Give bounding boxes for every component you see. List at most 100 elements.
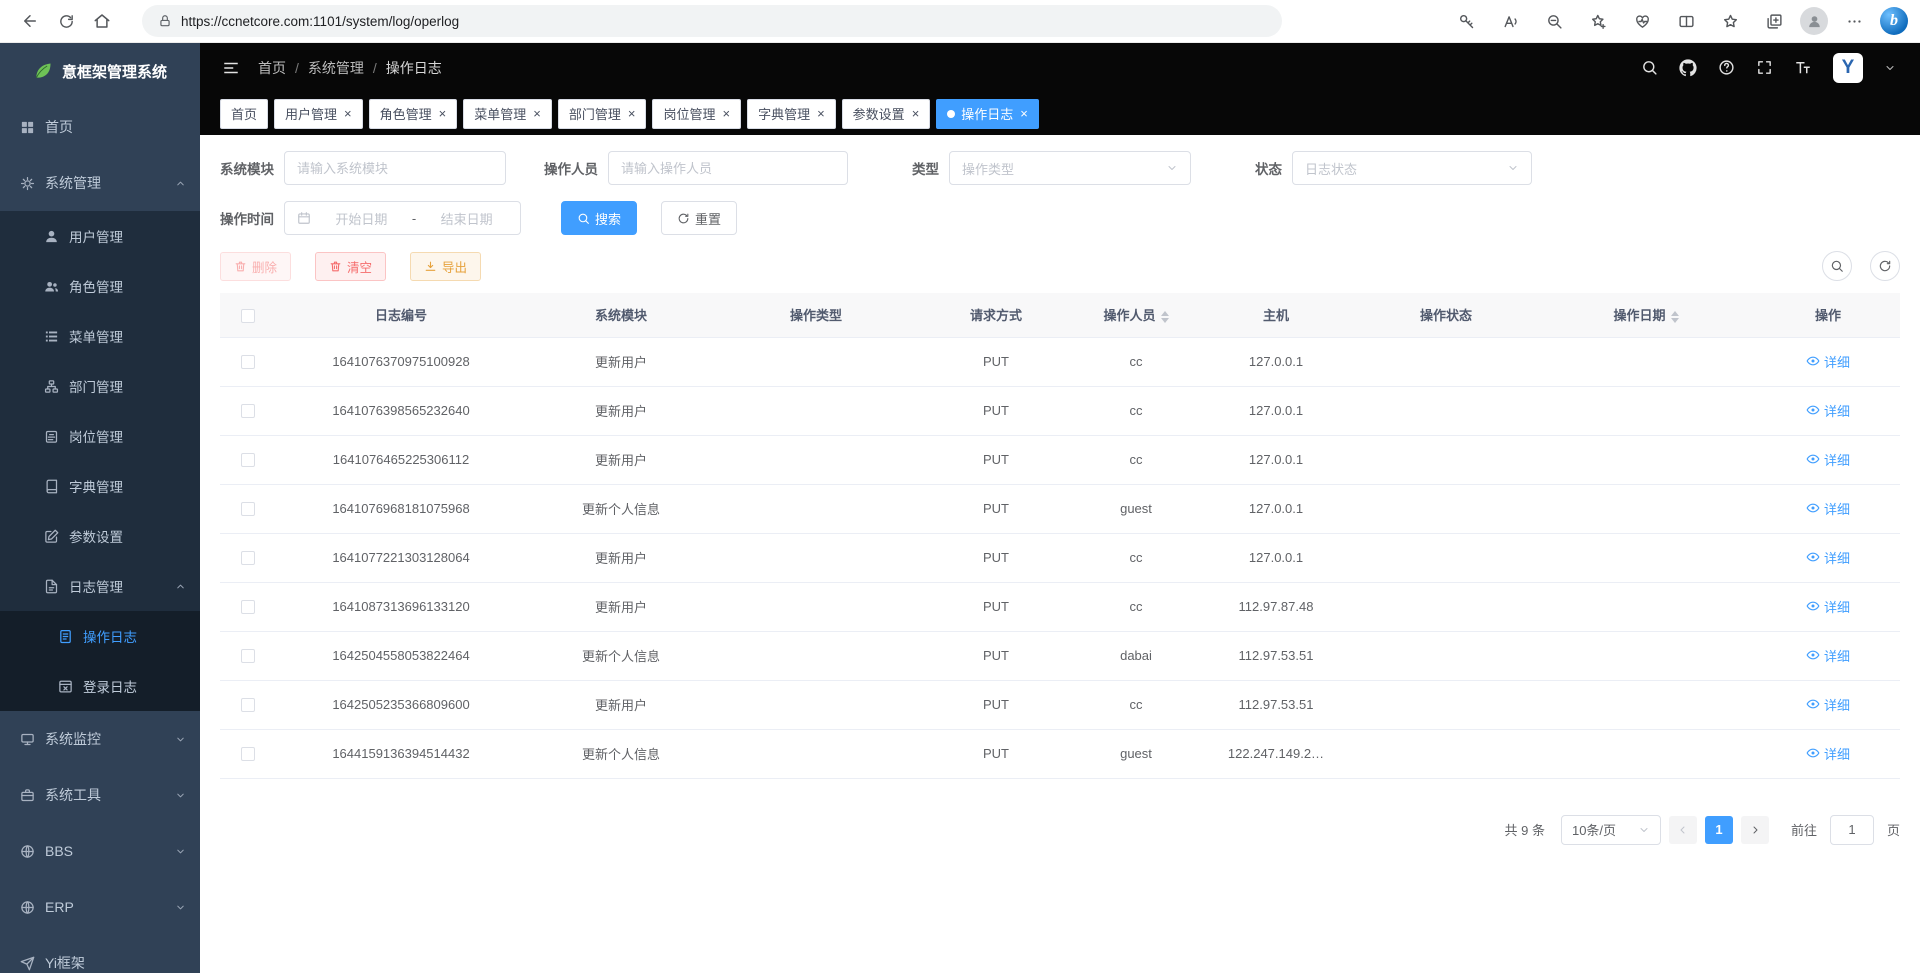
font-size-button[interactable] (1794, 59, 1812, 77)
date-range-picker[interactable]: 开始日期 - 结束日期 (284, 201, 521, 235)
browser-home-button[interactable] (84, 4, 120, 38)
row-checkbox[interactable] (241, 698, 255, 712)
browser-essentials-button[interactable] (1624, 4, 1660, 38)
detail-link[interactable]: 详细 (1806, 401, 1850, 420)
chevron-down-icon[interactable] (1884, 62, 1896, 74)
zoom-out-button[interactable] (1536, 4, 1572, 38)
reset-button[interactable]: 重置 (661, 201, 737, 235)
sort-icon[interactable] (1671, 311, 1679, 323)
browser-back-button[interactable] (12, 4, 48, 38)
tab-close-icon[interactable]: × (912, 107, 920, 120)
sidebar-item-monitor[interactable]: 系统监控 (0, 711, 200, 767)
detail-link[interactable]: 详细 (1806, 548, 1850, 567)
tab-close-icon[interactable]: × (344, 107, 352, 120)
tab-参数设置[interactable]: 参数设置× (842, 99, 931, 129)
delete-button[interactable]: 删除 (220, 252, 291, 281)
sidebar-item-yi[interactable]: Yi框架 (0, 935, 200, 973)
tab-close-icon[interactable]: × (628, 107, 636, 120)
export-button[interactable]: 导出 (410, 252, 481, 281)
header-search-button[interactable] (1641, 59, 1658, 76)
tab-close-icon[interactable]: × (1020, 107, 1028, 120)
sidebar-item-role[interactable]: 角色管理 (0, 261, 200, 311)
bing-sidebar-button[interactable]: b (1880, 7, 1908, 35)
toggle-search-button[interactable] (1822, 251, 1852, 281)
column-header-date[interactable]: 操作日期 (1536, 293, 1756, 337)
sidebar-item-tools[interactable]: 系统工具 (0, 767, 200, 823)
add-favorite-button[interactable] (1580, 4, 1616, 38)
sidebar-item-menu[interactable]: 菜单管理 (0, 311, 200, 361)
browser-menu-button[interactable] (1836, 4, 1872, 38)
row-checkbox[interactable] (241, 649, 255, 663)
tab-用户管理[interactable]: 用户管理× (274, 99, 363, 129)
sidebar-item-bbs[interactable]: BBS (0, 823, 200, 879)
password-button[interactable] (1448, 4, 1484, 38)
profile-avatar[interactable] (1800, 7, 1828, 35)
help-button[interactable] (1718, 59, 1735, 76)
goto-page-input[interactable] (1830, 815, 1874, 845)
column-header-operator[interactable]: 操作人员 (1076, 293, 1196, 337)
split-screen-button[interactable] (1668, 4, 1704, 38)
fullscreen-button[interactable] (1756, 59, 1773, 76)
tab-部门管理[interactable]: 部门管理× (558, 99, 647, 129)
browser-reload-button[interactable] (48, 4, 84, 38)
sidebar-item-label: 登录日志 (83, 676, 137, 696)
next-page-button[interactable] (1741, 816, 1769, 844)
row-checkbox[interactable] (241, 551, 255, 565)
detail-link[interactable]: 详细 (1806, 499, 1850, 518)
sidebar-item-post[interactable]: 岗位管理 (0, 411, 200, 461)
page-size-select[interactable]: 10条/页 (1561, 815, 1661, 845)
prev-page-button[interactable] (1669, 816, 1697, 844)
sort-icon[interactable] (1161, 311, 1169, 323)
github-button[interactable] (1679, 59, 1697, 77)
row-checkbox[interactable] (241, 747, 255, 761)
sidebar-item-erp[interactable]: ERP (0, 879, 200, 935)
detail-link[interactable]: 详细 (1806, 450, 1850, 469)
detail-link[interactable]: 详细 (1806, 597, 1850, 616)
sidebar-item-param[interactable]: 参数设置 (0, 511, 200, 561)
tab-close-icon[interactable]: × (439, 107, 447, 120)
address-bar[interactable]: https://ccnetcore.com:1101/system/log/op… (142, 5, 1282, 37)
user-menu-button[interactable]: Y (1833, 53, 1863, 83)
tab-操作日志[interactable]: 操作日志× (936, 99, 1039, 129)
detail-link[interactable]: 详细 (1806, 695, 1850, 714)
detail-link[interactable]: 详细 (1806, 352, 1850, 371)
status-select[interactable]: 日志状态 (1292, 151, 1532, 185)
select-all-checkbox[interactable] (241, 309, 255, 323)
row-checkbox[interactable] (241, 404, 255, 418)
breadcrumb-home[interactable]: 首页 (258, 58, 286, 78)
operator-input[interactable] (621, 161, 835, 176)
sidebar-item-user[interactable]: 用户管理 (0, 211, 200, 261)
collections-button[interactable] (1756, 4, 1792, 38)
tab-字典管理[interactable]: 字典管理× (747, 99, 836, 129)
tab-close-icon[interactable]: × (817, 107, 825, 120)
search-button[interactable]: 搜索 (561, 201, 637, 235)
tab-角色管理[interactable]: 角色管理× (369, 99, 458, 129)
sidebar-item-operlog[interactable]: 操作日志 (0, 611, 200, 661)
row-checkbox[interactable] (241, 502, 255, 516)
sidebar-collapse-button[interactable] (222, 59, 240, 77)
sidebar-item-system[interactable]: 系统管理 (0, 155, 200, 211)
tab-close-icon[interactable]: × (722, 107, 730, 120)
tab-首页[interactable]: 首页 (220, 99, 268, 129)
favorites-button[interactable] (1712, 4, 1748, 38)
detail-link[interactable]: 详细 (1806, 744, 1850, 763)
sidebar-item-dept[interactable]: 部门管理 (0, 361, 200, 411)
sidebar-item-dict[interactable]: 字典管理 (0, 461, 200, 511)
page-1-button[interactable]: 1 (1705, 816, 1733, 844)
detail-link[interactable]: 详细 (1806, 646, 1850, 665)
tab-岗位管理[interactable]: 岗位管理× (652, 99, 741, 129)
module-input[interactable] (297, 161, 493, 176)
sidebar-item-home[interactable]: 首页 (0, 99, 200, 155)
sidebar-item-loginlog[interactable]: 登录日志 (0, 661, 200, 711)
clear-button[interactable]: 清空 (315, 252, 386, 281)
row-checkbox[interactable] (241, 453, 255, 467)
row-checkbox[interactable] (241, 600, 255, 614)
sidebar-item-logmgr[interactable]: 日志管理 (0, 561, 200, 611)
tab-close-icon[interactable]: × (533, 107, 541, 120)
tab-菜单管理[interactable]: 菜单管理× (463, 99, 552, 129)
app-logo[interactable]: 意框架管理系统 (0, 43, 200, 99)
read-aloud-button[interactable] (1492, 4, 1528, 38)
row-checkbox[interactable] (241, 355, 255, 369)
type-select[interactable]: 操作类型 (949, 151, 1191, 185)
refresh-table-button[interactable] (1870, 251, 1900, 281)
